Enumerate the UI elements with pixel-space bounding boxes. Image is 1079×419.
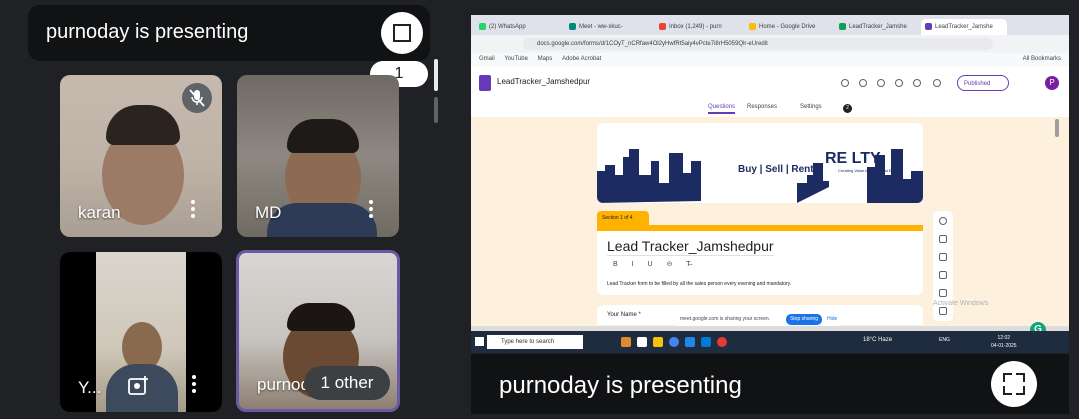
more-options-icon[interactable] bbox=[191, 200, 195, 221]
published-button[interactable]: Published bbox=[957, 75, 1009, 91]
form-doc-title[interactable]: LeadTracker_Jamshedpur bbox=[497, 77, 590, 86]
bookmark-item[interactable]: YouTube bbox=[504, 56, 528, 62]
form-header-image: Buy | Sell | Rent RE LTY Creating Value … bbox=[597, 123, 923, 203]
activate-windows-watermark: Activate Windows bbox=[933, 300, 989, 307]
taskbar-search[interactable]: Type here to search bbox=[487, 335, 583, 349]
presenting-title: purnoday is presenting bbox=[46, 21, 249, 43]
add-title-icon[interactable] bbox=[939, 253, 947, 261]
mic-off-icon bbox=[182, 83, 212, 113]
chrome-profile-icon[interactable] bbox=[717, 337, 727, 347]
presenting-title: purnoday is presenting bbox=[499, 372, 742, 399]
add-collaborator-icon[interactable] bbox=[933, 79, 941, 87]
stop-sharing-button[interactable]: Stop sharing bbox=[786, 314, 822, 325]
participant-tile-karan[interactable]: karan bbox=[60, 75, 222, 237]
realty-logo: RE LTY bbox=[825, 150, 881, 167]
preview-icon[interactable] bbox=[859, 79, 867, 87]
add-question-icon[interactable] bbox=[939, 217, 947, 225]
more-options-icon[interactable] bbox=[192, 375, 196, 396]
question-label: Your Name * bbox=[607, 312, 641, 318]
link-icon[interactable] bbox=[913, 79, 921, 87]
add-photo-icon[interactable] bbox=[126, 374, 154, 402]
add-video-icon[interactable] bbox=[939, 289, 947, 297]
bookmark-item[interactable]: Maps bbox=[538, 56, 553, 62]
browser-tab[interactable]: Inbox (1,249) - purn bbox=[655, 19, 743, 35]
bookmark-item[interactable]: Gmail bbox=[479, 56, 495, 62]
browser-tab-active[interactable]: LeadTracker_Jamshe bbox=[921, 19, 1007, 35]
browser-tab[interactable]: LeadTracker_Jamshe bbox=[835, 19, 919, 35]
browser-tab[interactable]: Meet - ww-xkuc- bbox=[565, 19, 653, 35]
presenting-footer: purnoday is presenting bbox=[471, 354, 1069, 414]
import-questions-icon[interactable] bbox=[939, 235, 947, 243]
tab-settings[interactable]: Settings bbox=[800, 104, 822, 110]
bookmark-item[interactable]: Adobe Acrobat bbox=[562, 56, 601, 62]
clock-time: 12:02 bbox=[997, 335, 1011, 341]
all-bookmarks[interactable]: All Bookmarks bbox=[1023, 53, 1061, 66]
add-image-icon[interactable] bbox=[939, 271, 947, 279]
task-view-icon[interactable] bbox=[637, 337, 647, 347]
page-scrollbar[interactable] bbox=[1055, 119, 1059, 137]
participant-name: karan bbox=[78, 203, 121, 222]
participant-tile-md[interactable]: MD bbox=[237, 75, 399, 237]
taskbar-app-icon[interactable] bbox=[621, 337, 631, 347]
taskbar-clock[interactable]: 12:02 04-01-2025 bbox=[991, 334, 1017, 350]
scrollbar-track[interactable] bbox=[434, 97, 438, 123]
participant-tile-y[interactable]: Y... bbox=[60, 252, 222, 412]
address-bar-row: docs.google.com/forms/d/1COyT_nCRfaw4Ol2… bbox=[471, 35, 1069, 53]
form-tabs: Questions Responses Settings bbox=[471, 100, 1069, 118]
participant-name: Y... bbox=[78, 378, 102, 397]
tab-responses[interactable]: Responses bbox=[747, 104, 777, 110]
form-title[interactable]: Lead Tracker_Jamshedpur bbox=[607, 238, 774, 256]
browser-tab-strip: (2) WhatsApp Meet - ww-xkuc- Inbox (1,24… bbox=[471, 15, 1069, 35]
language-indicator[interactable]: ENG bbox=[939, 337, 950, 343]
responses-count-badge: 2 bbox=[843, 104, 852, 113]
participant-name: purnod bbox=[257, 375, 310, 394]
windows-taskbar: Type here to search 18°C Haze ENG 12:02 … bbox=[471, 331, 1069, 353]
tab-questions[interactable]: Questions bbox=[708, 104, 736, 114]
realty-slogan: Creating Value beyond Real Estate bbox=[838, 168, 901, 173]
forms-icon bbox=[479, 75, 491, 91]
browser-tab[interactable]: Home - Google Drive bbox=[745, 19, 833, 35]
text-format-toolbar[interactable]: B I U ⊝ T̶ bbox=[613, 260, 696, 268]
browser-tab[interactable]: (2) WhatsApp bbox=[475, 19, 563, 35]
shared-screen: (2) WhatsApp Meet - ww-xkuc- Inbox (1,24… bbox=[471, 15, 1069, 353]
section-label: Section 1 of 4 bbox=[597, 211, 649, 225]
presenting-header: purnoday is presenting bbox=[28, 5, 430, 61]
avatar[interactable]: P bbox=[1045, 76, 1059, 90]
url-field[interactable]: docs.google.com/forms/d/1COyT_nCRfaw4Ol2… bbox=[523, 38, 993, 50]
scrollbar-thumb[interactable] bbox=[434, 59, 438, 91]
participant-name: MD bbox=[255, 203, 282, 222]
more-options-icon[interactable] bbox=[369, 200, 373, 221]
hide-button[interactable]: Hide bbox=[827, 313, 837, 326]
file-explorer-icon[interactable] bbox=[653, 337, 663, 347]
bookmarks-bar: Gmail YouTube Maps Adobe Acrobat All Boo… bbox=[471, 53, 1069, 66]
store-icon[interactable] bbox=[701, 337, 711, 347]
banner-tagline: Buy | Sell | Rent bbox=[738, 164, 814, 175]
forms-header: LeadTracker_Jamshedpur Published P bbox=[471, 66, 1069, 100]
weather-widget[interactable]: 18°C Haze bbox=[863, 337, 892, 343]
form-description[interactable]: Lead Tracker form to be filled by all th… bbox=[607, 281, 791, 287]
undo-icon[interactable] bbox=[877, 79, 885, 87]
form-title-card[interactable]: Lead Tracker_Jamshedpur B I U ⊝ T̶ Lead … bbox=[597, 225, 923, 295]
chrome-icon[interactable] bbox=[669, 337, 679, 347]
fullscreen-icon[interactable] bbox=[991, 361, 1037, 407]
redo-icon[interactable] bbox=[895, 79, 903, 87]
add-section-icon[interactable] bbox=[939, 307, 947, 315]
clock-date: 04-01-2025 bbox=[991, 343, 1017, 349]
mail-icon[interactable] bbox=[685, 337, 695, 347]
windows-start-icon[interactable] bbox=[475, 337, 484, 346]
other-participants-pill[interactable]: 1 other bbox=[304, 366, 390, 400]
fullscreen-icon[interactable] bbox=[381, 12, 423, 54]
palette-icon[interactable] bbox=[841, 79, 849, 87]
